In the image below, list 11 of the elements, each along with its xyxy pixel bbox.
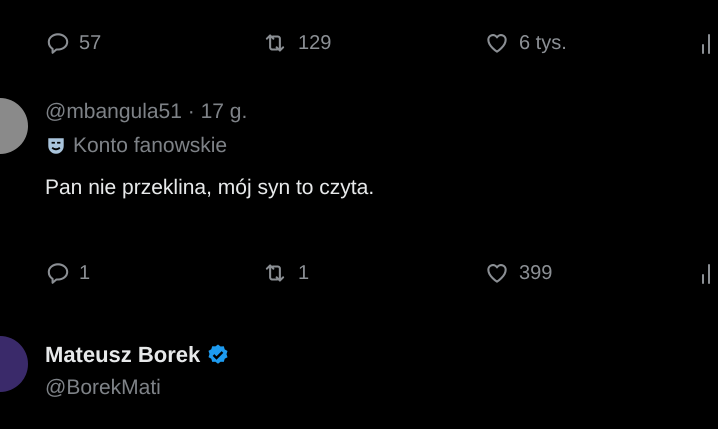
like-button[interactable]: 399 xyxy=(483,260,700,286)
repost-button[interactable]: 129 xyxy=(260,30,483,56)
badge-label: Konto fanowskie xyxy=(73,134,228,158)
reply-button[interactable]: 1 xyxy=(45,260,260,286)
reply-button[interactable]: 57 xyxy=(45,30,260,56)
handle-and-time: @mbangula51 · 17 g. xyxy=(45,100,248,124)
like-button[interactable]: 6 tys. xyxy=(483,30,700,56)
author-handle: @BorekMati xyxy=(45,376,162,400)
author-name: Mateusz Borek xyxy=(45,342,200,368)
repost-button[interactable]: 1 xyxy=(260,260,483,286)
reply-text: Pan nie przeklina, mój syn to czyta. xyxy=(45,176,374,200)
